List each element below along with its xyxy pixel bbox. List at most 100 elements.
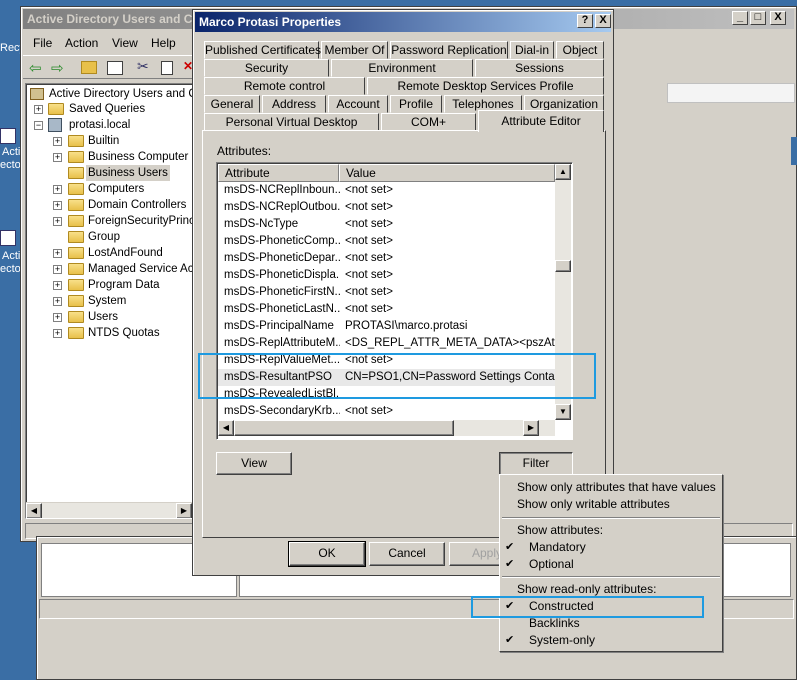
tab-personal-virtual-desktop[interactable]: Personal Virtual Desktop xyxy=(204,113,379,131)
tab-published-certificates[interactable]: Published Certificates xyxy=(204,41,321,59)
tab-attribute-editor[interactable]: Attribute Editor xyxy=(478,110,604,132)
table-row[interactable]: msDS-ReplAttributeM... <DS_REPL_ATTR_META… xyxy=(218,335,555,352)
menu-file[interactable]: File xyxy=(33,36,52,50)
tree-item-computers[interactable]: Computers xyxy=(88,181,144,197)
ad-root-icon xyxy=(30,88,44,100)
menu-item-writable[interactable]: Show only writable attributes xyxy=(500,496,722,513)
ok-button[interactable]: OK xyxy=(288,541,366,567)
view-button[interactable]: View xyxy=(216,452,292,475)
tree-item-business-users[interactable]: Business Users xyxy=(86,165,170,181)
table-row[interactable]: msDS-SecondaryKrb... <not set> xyxy=(218,403,555,420)
tree-item-group[interactable]: Group xyxy=(88,229,120,245)
table-row[interactable]: msDS-PrincipalName PROTASI\marco.protasi xyxy=(218,318,555,335)
cut-icon[interactable]: ✂ xyxy=(137,58,149,75)
scroll-down-button[interactable]: ▼ xyxy=(555,404,571,420)
help-button[interactable]: ? xyxy=(577,14,593,28)
menu-item-has-values[interactable]: Show only attributes that have values xyxy=(500,479,722,496)
tab-security[interactable]: Security xyxy=(204,59,329,77)
tab-object[interactable]: Object xyxy=(556,41,604,59)
tree-hscrollbar[interactable]: ◀ ▶ xyxy=(26,502,192,518)
tab-password-replication[interactable]: Password Replication xyxy=(390,41,508,59)
tree-item-business-computer[interactable]: Business Computer xyxy=(88,149,188,165)
tree-item-ntds-quotas[interactable]: NTDS Quotas xyxy=(88,325,160,341)
dialog-titlebar[interactable]: Marco Protasi Properties xyxy=(195,12,611,32)
tree-item-lost-and-found[interactable]: LostAndFound xyxy=(88,245,163,261)
table-row[interactable]: msDS-NcType <not set> xyxy=(218,216,555,233)
tree-item-foreign-security[interactable]: ForeignSecurityPrincip xyxy=(88,213,192,229)
maximize-button[interactable]: □ xyxy=(750,11,766,25)
up-folder-icon[interactable] xyxy=(81,61,97,74)
show-console-tree-icon[interactable] xyxy=(107,61,123,75)
tree-item-domain[interactable]: protasi.local xyxy=(69,117,130,133)
tab-profile[interactable]: Profile xyxy=(390,95,442,113)
scroll-left-button[interactable]: ◀ xyxy=(26,503,42,518)
menu-item-optional[interactable]: ✔ Optional xyxy=(500,556,722,573)
column-header-value[interactable]: Value xyxy=(339,164,555,182)
expand-system[interactable]: + xyxy=(53,297,62,306)
menu-item-system-only[interactable]: ✔ System-only xyxy=(500,632,722,649)
tree-item-saved-queries[interactable]: Saved Queries xyxy=(69,101,145,117)
scroll-up-button[interactable]: ▲ xyxy=(555,164,571,180)
tree-item-program-data[interactable]: Program Data xyxy=(88,277,160,293)
column-header-attribute[interactable]: Attribute xyxy=(218,164,339,182)
ad-shortcut-icon-2[interactable] xyxy=(0,230,16,246)
cancel-button[interactable]: Cancel xyxy=(369,542,445,566)
expand-domain-controllers[interactable]: + xyxy=(53,201,62,210)
tree-item-domain-controllers[interactable]: Domain Controllers xyxy=(88,197,186,213)
collapse-domain[interactable]: − xyxy=(34,121,43,130)
expand-foreign-security[interactable]: + xyxy=(53,217,62,226)
desktop-icon-ad-label[interactable]: Acti xyxy=(2,146,20,158)
table-row[interactable]: msDS-PhoneticDispla... <not set> xyxy=(218,267,555,284)
tab-com-plus[interactable]: COM+ xyxy=(381,113,476,131)
menu-label: Show attributes: xyxy=(517,523,604,537)
expand-computers[interactable]: + xyxy=(53,185,62,194)
tab-environment[interactable]: Environment xyxy=(331,59,473,77)
expand-builtin[interactable]: + xyxy=(53,137,62,146)
forward-icon[interactable]: ⇨ xyxy=(51,59,64,77)
dialog-close-button[interactable]: X xyxy=(595,14,611,28)
tab-dial-in[interactable]: Dial-in xyxy=(510,41,554,59)
desktop-icon-ad2-label[interactable]: Acti xyxy=(2,250,20,262)
close-button[interactable]: X xyxy=(770,11,786,25)
tab-remote-control[interactable]: Remote control xyxy=(204,77,365,95)
scroll-right-button[interactable]: ▶ xyxy=(523,420,539,436)
table-row[interactable]: msDS-PhoneticFirstN... <not set> xyxy=(218,284,555,301)
menu-view[interactable]: View xyxy=(112,36,138,50)
tab-member-of[interactable]: Member Of xyxy=(321,41,388,59)
ad-shortcut-icon[interactable] xyxy=(0,128,16,144)
menu-action[interactable]: Action xyxy=(65,36,98,50)
tree-item-builtin[interactable]: Builtin xyxy=(88,133,119,149)
expand-ntds-quotas[interactable]: + xyxy=(53,329,62,338)
scroll-thumb[interactable] xyxy=(555,260,571,272)
copy-icon[interactable] xyxy=(161,61,173,75)
tab-remote-desktop-profile[interactable]: Remote Desktop Services Profile xyxy=(367,77,604,95)
expand-lost-and-found[interactable]: + xyxy=(53,249,62,258)
expand-managed-service[interactable]: + xyxy=(53,265,62,274)
tree-item-root[interactable]: Active Directory Users and Co xyxy=(49,86,192,102)
menu-item-mandatory[interactable]: ✔ Mandatory xyxy=(500,539,722,556)
table-row[interactable]: msDS-NCReplInboun... <not set> xyxy=(218,182,555,199)
minimize-button[interactable]: _ xyxy=(732,11,748,25)
expand-program-data[interactable]: + xyxy=(53,281,62,290)
table-row[interactable]: msDS-PhoneticDepar... <not set> xyxy=(218,250,555,267)
list-hscrollbar[interactable]: ◀ ▶ xyxy=(218,420,555,436)
expand-business-computer[interactable]: + xyxy=(53,153,62,162)
tab-sessions[interactable]: Sessions xyxy=(475,59,604,77)
filter-button[interactable]: Filter xyxy=(499,452,573,475)
tree-item-users[interactable]: Users xyxy=(88,309,118,325)
tree-item-managed-service[interactable]: Managed Service Acco xyxy=(88,261,192,277)
tree-item-system[interactable]: System xyxy=(88,293,126,309)
expand-saved-queries[interactable]: + xyxy=(34,105,43,114)
table-row[interactable]: msDS-PhoneticComp... <not set> xyxy=(218,233,555,250)
menu-help[interactable]: Help xyxy=(151,36,176,50)
table-row[interactable]: msDS-NCReplOutbou... <not set> xyxy=(218,199,555,216)
scroll-left-button[interactable]: ◀ xyxy=(218,420,234,436)
scroll-right-button[interactable]: ▶ xyxy=(176,503,192,518)
tab-address[interactable]: Address xyxy=(262,95,326,113)
hscroll-thumb[interactable] xyxy=(234,420,454,436)
expand-users[interactable]: + xyxy=(53,313,62,322)
table-row[interactable]: msDS-PhoneticLastN... <not set> xyxy=(218,301,555,318)
tab-account[interactable]: Account xyxy=(328,95,388,113)
back-icon[interactable]: ⇦ xyxy=(29,59,42,77)
tab-general[interactable]: General xyxy=(204,95,260,113)
